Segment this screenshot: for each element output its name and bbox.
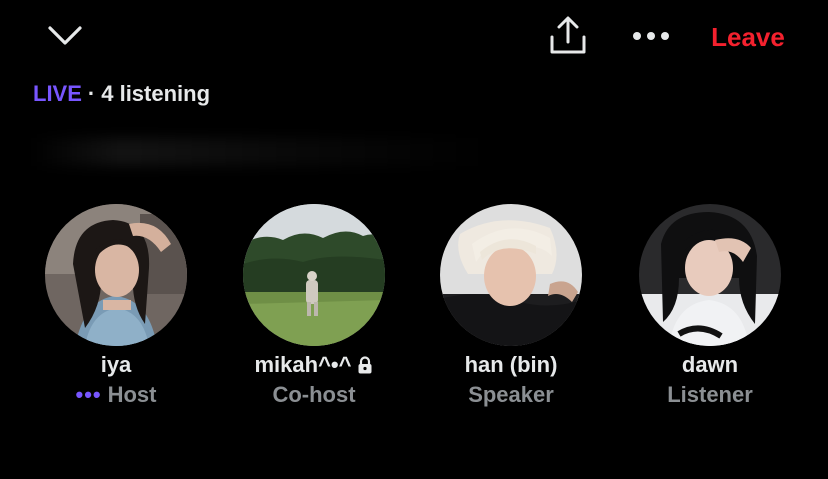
- participants-grid: iya ••• Host mikah^•^ Co-host han (bin) …: [0, 200, 828, 420]
- collapse-button[interactable]: [40, 14, 90, 58]
- participant-role: Speaker: [468, 382, 554, 407]
- speaking-indicator: •••: [75, 382, 102, 407]
- role-label: Host: [107, 382, 157, 407]
- user-avatar: [639, 204, 781, 346]
- live-status: LIVE · 4 listening: [33, 79, 210, 109]
- space-title-blurred: [30, 138, 490, 166]
- user-avatar: [45, 204, 187, 346]
- participant-name: iya: [100, 352, 132, 377]
- participant-role: Listener: [667, 382, 753, 407]
- participant-card[interactable]: mikah^•^ Co-host: [224, 200, 404, 420]
- user-avatar: [243, 204, 385, 346]
- participant-card[interactable]: han (bin) Speaker: [421, 200, 601, 420]
- more-dots-icon: [633, 32, 669, 40]
- participant-card[interactable]: dawn Listener: [620, 200, 800, 420]
- more-options-button[interactable]: [626, 14, 676, 58]
- top-bar: Leave: [0, 0, 828, 76]
- participant-role: ••• Host: [26, 380, 206, 410]
- participant-card[interactable]: iya ••• Host: [26, 200, 206, 420]
- participant-name-text: mikah^•^: [254, 352, 352, 377]
- listener-count: 4 listening: [101, 81, 211, 106]
- status-separator: ·: [87, 81, 96, 106]
- share-icon: [550, 16, 586, 54]
- live-badge: LIVE: [33, 81, 82, 106]
- participant-name: dawn: [681, 352, 739, 377]
- share-button[interactable]: [544, 12, 592, 58]
- participant-name: han (bin): [464, 352, 558, 377]
- user-avatar: [440, 204, 582, 346]
- avatar[interactable]: [440, 204, 582, 346]
- participant-role: Co-host: [272, 382, 356, 407]
- avatar[interactable]: [243, 204, 385, 346]
- leave-button[interactable]: Leave: [700, 19, 796, 55]
- avatar[interactable]: [639, 204, 781, 346]
- participant-name: mikah^•^: [224, 350, 404, 380]
- avatar[interactable]: [45, 204, 187, 346]
- chevron-down-icon: [48, 26, 82, 45]
- lock-icon: [358, 356, 372, 374]
